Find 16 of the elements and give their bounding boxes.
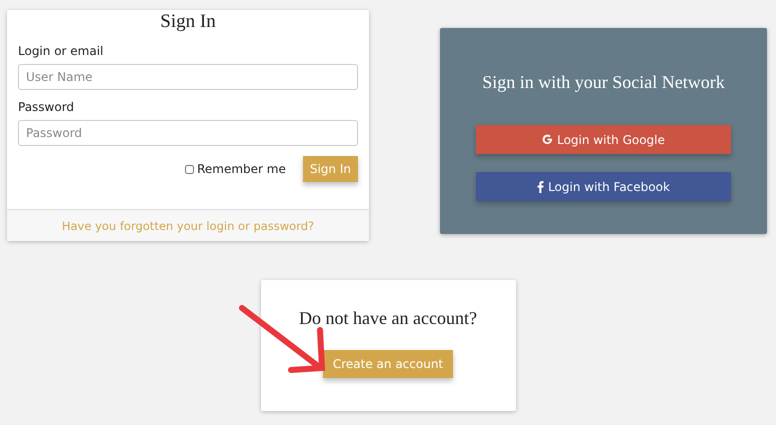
password-field[interactable]: Password xyxy=(18,120,358,146)
sign-in-button[interactable]: Sign In xyxy=(302,156,358,182)
facebook-login-button[interactable]: Login with Facebook xyxy=(476,172,731,201)
remember-label: Remember me xyxy=(197,162,286,176)
google-login-button[interactable]: Login with Google xyxy=(476,125,731,154)
sign-in-title: Sign In xyxy=(159,10,217,34)
login-field[interactable]: User Name xyxy=(18,64,358,90)
social-title: Sign in with your Social Network xyxy=(482,72,725,93)
create-account-button[interactable]: Create an account xyxy=(322,350,454,378)
google-icon xyxy=(542,134,554,145)
password-label: Password xyxy=(18,100,74,114)
forgot-password-link[interactable]: Have you forgotten your login or password? xyxy=(62,218,314,232)
remember-checkbox[interactable] xyxy=(185,164,194,174)
register-title: Do not have an account? xyxy=(299,308,477,329)
login-label: Login or email xyxy=(18,44,104,58)
facebook-icon xyxy=(537,180,544,192)
